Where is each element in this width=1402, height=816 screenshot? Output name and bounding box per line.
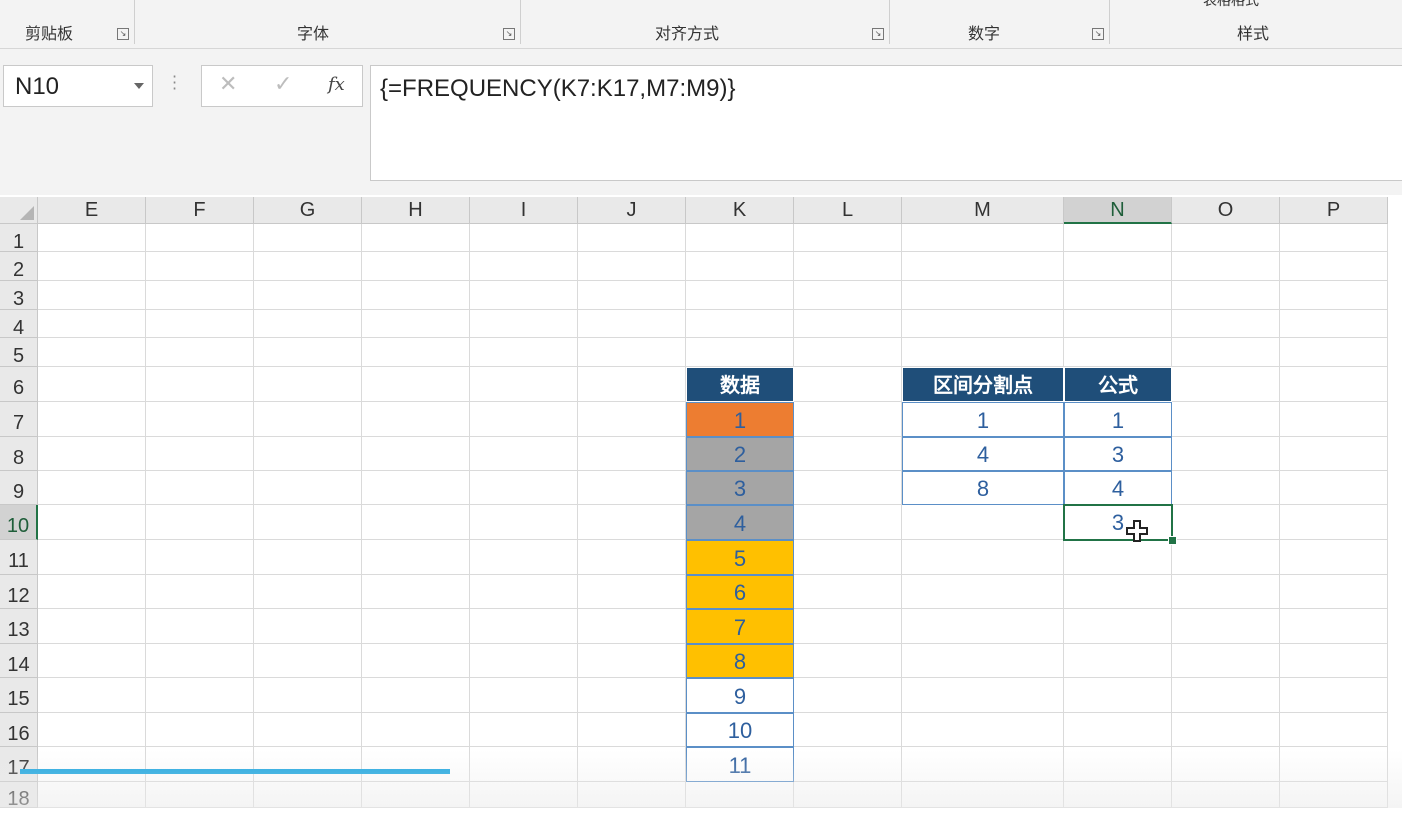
data-cell[interactable]: 3 (686, 471, 794, 505)
column-header-e[interactable]: E (38, 197, 146, 224)
row-header-9[interactable]: 9 (0, 471, 38, 505)
selected-cell-outline (1063, 504, 1173, 541)
formula-result-cell[interactable]: 4 (1064, 471, 1172, 505)
dialog-launcher-icon[interactable]: ↘ (1092, 28, 1104, 40)
group-styles-label: 样式 (1237, 24, 1270, 43)
column-header-f[interactable]: F (146, 197, 254, 224)
formula-header[interactable]: 公式 (1064, 367, 1172, 402)
spreadsheet-grid[interactable]: E F G H I J K L M N O P 1 2 3 4 5 6 7 8 9 10 11 12 13 14 15 16 17 18 数… (0, 197, 1402, 810)
row-header-5[interactable]: 5 (0, 338, 38, 367)
table-format-label[interactable]: 表格格式 (1203, 0, 1259, 10)
data-cell[interactable]: 7 (686, 609, 794, 644)
name-box-value: N10 (15, 73, 60, 100)
cancel-icon[interactable]: ✕ (219, 72, 237, 97)
breakpoint-cell[interactable]: 8 (902, 471, 1064, 505)
select-all-button[interactable] (0, 197, 38, 224)
data-cell[interactable]: 8 (686, 644, 794, 678)
gridline (38, 337, 1388, 338)
dialog-launcher-icon[interactable]: ↘ (503, 28, 515, 40)
gridline (145, 224, 146, 808)
column-header-n[interactable]: N (1064, 197, 1172, 224)
group-alignment-label: 对齐方式 (655, 24, 720, 43)
gridline (38, 309, 1388, 310)
formula-result-cell[interactable]: 1 (1064, 402, 1172, 437)
row-header-10[interactable]: 10 (0, 505, 38, 540)
column-header-j[interactable]: J (578, 197, 686, 224)
data-cell[interactable]: 4 (686, 505, 794, 540)
gridline (38, 251, 1388, 252)
column-header-o[interactable]: O (1172, 197, 1280, 224)
group-separator (889, 0, 890, 44)
horizontal-scrollbar[interactable] (20, 769, 450, 774)
column-header-m[interactable]: M (902, 197, 1064, 224)
row-header-7[interactable]: 7 (0, 402, 38, 437)
group-clipboard-label: 剪贴板 (25, 24, 74, 43)
row-header-4[interactable]: 4 (0, 310, 38, 339)
breakpoints-header[interactable]: 区间分割点 (902, 367, 1064, 402)
select-all-icon (20, 206, 34, 220)
row-header-15[interactable]: 15 (0, 678, 38, 713)
row-header-11[interactable]: 11 (0, 540, 38, 575)
breakpoint-cell[interactable]: 4 (902, 437, 1064, 471)
formula-result-cell[interactable]: 3 (1064, 437, 1172, 471)
column-header-p[interactable]: P (1280, 197, 1388, 224)
row-header-2[interactable]: 2 (0, 252, 38, 281)
column-header-h[interactable]: H (362, 197, 470, 224)
row-header-16[interactable]: 16 (0, 713, 38, 747)
group-separator (520, 0, 521, 44)
row-header-14[interactable]: 14 (0, 644, 38, 678)
chevron-down-icon[interactable] (134, 83, 144, 89)
data-cell[interactable]: 10 (686, 713, 794, 747)
group-separator (1109, 0, 1110, 44)
gridline (361, 224, 362, 808)
gridline (469, 224, 470, 808)
name-box[interactable]: N10 (3, 65, 153, 107)
data-cell[interactable]: 11 (686, 747, 794, 782)
fill-handle[interactable] (1168, 536, 1177, 545)
gridline (901, 224, 902, 808)
insert-function-icon[interactable]: fx (328, 74, 345, 95)
gridline (1279, 224, 1280, 808)
data-cell[interactable]: 1 (686, 402, 794, 437)
row-header-17[interactable]: 17 (0, 747, 38, 782)
data-cell[interactable]: 9 (686, 678, 794, 713)
cell-cursor-icon (1126, 520, 1148, 542)
formula-buttons: ✕ ✓ fx (201, 65, 363, 107)
formula-text: {=FREQUENCY(K7:K17,M7:M9)} (380, 75, 736, 102)
more-icon[interactable]: · · · (172, 69, 177, 97)
gridline (38, 280, 1388, 281)
group-number-label: 数字 (968, 24, 1001, 43)
group-separator (134, 0, 135, 44)
row-header-12[interactable]: 12 (0, 575, 38, 609)
row-header-8[interactable]: 8 (0, 437, 38, 471)
column-header-k[interactable]: K (686, 197, 794, 224)
row-header-1[interactable]: 1 (0, 224, 38, 253)
data-cell[interactable]: 2 (686, 437, 794, 471)
enter-icon[interactable]: ✓ (274, 72, 292, 97)
data-column-header[interactable]: 数据 (686, 367, 794, 402)
ribbon: 表格格式 剪贴板 ↘ 字体 ↘ 对齐方式 ↘ 数字 ↘ 样式 (0, 0, 1402, 49)
breakpoint-cell[interactable]: 1 (902, 402, 1064, 437)
group-font-label: 字体 (297, 24, 330, 43)
gridline (577, 224, 578, 808)
column-header-g[interactable]: G (254, 197, 362, 224)
column-header-i[interactable]: I (470, 197, 578, 224)
data-cell[interactable]: 5 (686, 540, 794, 575)
row-header-3[interactable]: 3 (0, 281, 38, 310)
gridline (253, 224, 254, 808)
gridline (1387, 224, 1388, 808)
dialog-launcher-icon[interactable]: ↘ (117, 28, 129, 40)
row-header-13[interactable]: 13 (0, 609, 38, 644)
column-header-l[interactable]: L (794, 197, 902, 224)
formula-input[interactable]: {=FREQUENCY(K7:K17,M7:M9)} (370, 65, 1402, 181)
data-cell[interactable]: 6 (686, 575, 794, 609)
row-header-18[interactable]: 18 (0, 782, 38, 810)
row-header-6[interactable]: 6 (0, 367, 38, 402)
dialog-launcher-icon[interactable]: ↘ (872, 28, 884, 40)
